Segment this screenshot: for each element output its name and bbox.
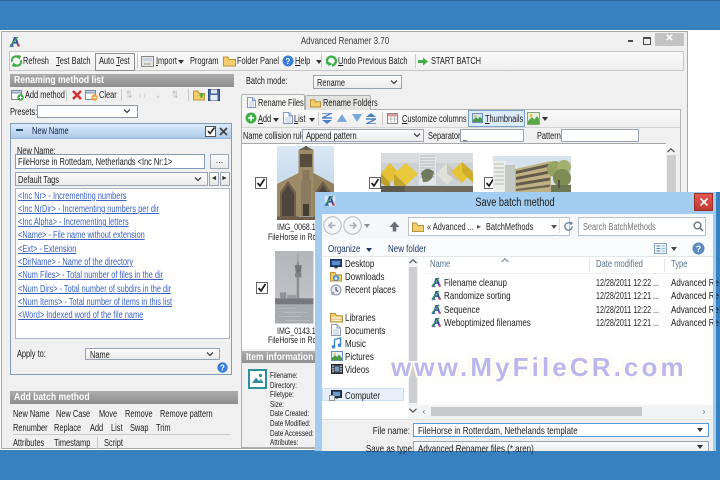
svg-text:?: ? <box>220 364 225 373</box>
svg-text:?: ? <box>696 244 702 254</box>
svg-text:?: ? <box>286 57 291 66</box>
